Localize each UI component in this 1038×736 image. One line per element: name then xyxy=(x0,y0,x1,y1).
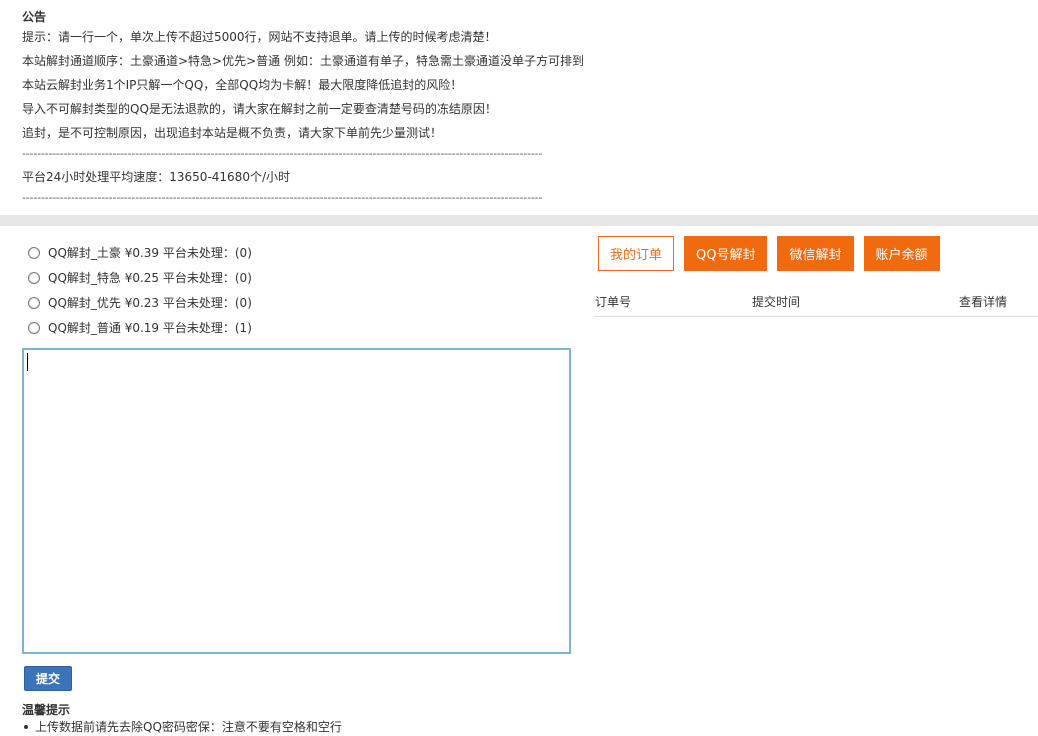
column-header-details: 查看详情 xyxy=(959,295,1008,309)
notice-speed: 平台24小时处理平均速度：13650-41680个/小时 xyxy=(22,170,290,184)
radio-button[interactable] xyxy=(28,246,40,259)
notice-line: 提示：请一行一个，单次上传不超过5000行，网站不支持退单。请上传的时候考虑清楚… xyxy=(22,30,497,44)
option-label: QQ解封_普通 ¥0.19 平台未处理：(1) xyxy=(48,321,252,335)
radio-button[interactable] xyxy=(28,296,40,309)
radio-button[interactable] xyxy=(28,321,40,334)
notice-separator: ----------------------------------------… xyxy=(22,149,543,159)
option-putong[interactable]: QQ解封_普通 ¥0.19 平台未处理：(1) xyxy=(28,315,252,340)
notice-line: 导入不可解封类型的QQ是无法退款的，请大家在解封之前一定要查清楚号码的冻结原因！ xyxy=(22,102,497,116)
notice-separator: ----------------------------------------… xyxy=(22,193,543,203)
option-label: QQ解封_优先 ¥0.23 平台未处理：(0) xyxy=(48,296,252,310)
orders-table-header: 订单号 提交时间 查看详情 xyxy=(594,286,1038,317)
column-header-order-id: 订单号 xyxy=(595,295,632,309)
action-tabs: 我的订单 QQ号解封 微信解封 账户余额 xyxy=(598,236,940,271)
tab-my-orders[interactable]: 我的订单 xyxy=(598,236,675,271)
option-tuhao[interactable]: QQ解封_土豪 ¥0.39 平台未处理：(0) xyxy=(28,240,252,265)
notice-line: 本站云解封业务1个IP只解一个QQ，全部QQ均为卡解！最大限度降低追封的风险！ xyxy=(22,78,463,92)
notice-line: 本站解封通道顺序：土豪通道>特急>优先>普通 例如：土豪通道有单子，特急需土豪通… xyxy=(22,54,584,68)
tips-item: 上传数据前请先去除QQ密码密保：注意不要有空格和空行 xyxy=(22,718,342,735)
option-label: QQ解封_特急 ¥0.25 平台未处理：(0) xyxy=(48,271,252,285)
submit-button[interactable]: 提交 xyxy=(24,666,72,691)
notice-line: 追封，是不可控制原因，出现追封本站是概不负责，请大家下单前先少量测试！ xyxy=(22,126,443,140)
tab-account-balance[interactable]: 账户余额 xyxy=(863,236,940,271)
column-header-submit-time: 提交时间 xyxy=(752,295,801,309)
tab-wechat-unban[interactable]: 微信解封 xyxy=(777,236,854,271)
bullet-icon xyxy=(24,725,28,729)
option-teji[interactable]: QQ解封_特急 ¥0.25 平台未处理：(0) xyxy=(28,265,252,290)
notice-title: 公告 xyxy=(22,10,47,24)
option-youxian[interactable]: QQ解封_优先 ¥0.23 平台未处理：(0) xyxy=(28,290,252,315)
tips-title: 温馨提示 xyxy=(22,703,71,717)
service-options: QQ解封_土豪 ¥0.39 平台未处理：(0) QQ解封_特急 ¥0.25 平台… xyxy=(28,240,252,340)
section-divider xyxy=(0,215,1038,226)
qq-list-input[interactable] xyxy=(22,348,571,654)
radio-button[interactable] xyxy=(28,271,40,284)
notice-panel: 公告 提示：请一行一个，单次上传不超过5000行，网站不支持退单。请上传的时候考… xyxy=(22,8,622,213)
option-label: QQ解封_土豪 ¥0.39 平台未处理：(0) xyxy=(48,246,252,260)
text-caret xyxy=(27,353,28,371)
tab-qq-unban[interactable]: QQ号解封 xyxy=(684,236,768,271)
tips-item-text: 上传数据前请先去除QQ密码密保：注意不要有空格和空行 xyxy=(35,720,342,734)
